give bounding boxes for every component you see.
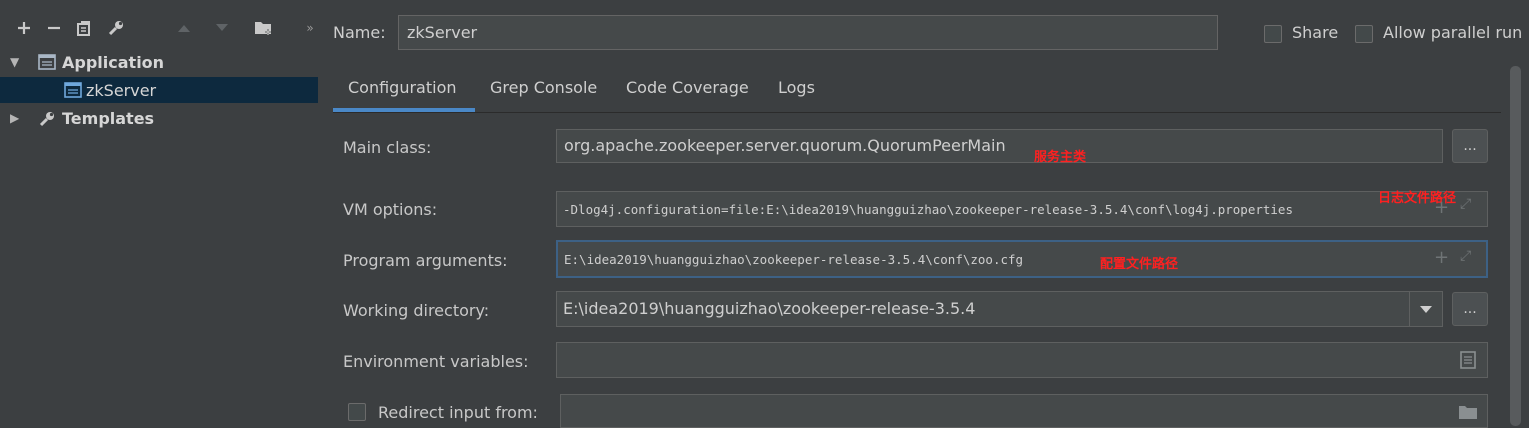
chevron-down-icon[interactable] <box>1416 300 1436 320</box>
share-label[interactable]: Share <box>1292 23 1338 42</box>
tree-item-application[interactable]: ▼ Application <box>0 49 318 75</box>
redirect-input-checkbox[interactable] <box>348 403 366 421</box>
name-label: Name: <box>333 23 386 42</box>
folder-add-icon[interactable] <box>252 16 276 40</box>
name-input[interactable] <box>398 15 1218 50</box>
working-directory-field[interactable]: E:\idea2019\huangguizhao\zookeeper-relea… <box>556 291 1443 327</box>
redirect-input-field[interactable] <box>560 394 1488 428</box>
move-down-icon[interactable] <box>210 16 234 40</box>
tree-item-templates[interactable]: ▶ Templates <box>0 105 318 131</box>
tab-logs[interactable]: Logs <box>778 78 815 97</box>
folder-icon[interactable] <box>1458 404 1478 424</box>
working-directory-label: Working directory: <box>343 301 490 320</box>
expand-field-icon[interactable]: ⤢ <box>1460 248 1471 264</box>
copy-icon[interactable] <box>72 16 96 40</box>
tab-grep-console[interactable]: Grep Console <box>490 78 597 97</box>
wrench-icon <box>38 110 56 132</box>
vm-options-value: -Dlog4j.configuration=file:E:\idea2019\h… <box>563 202 1293 217</box>
program-arguments-value: E:\idea2019\huangguizhao\zookeeper-relea… <box>564 252 1024 267</box>
add-icon[interactable]: + <box>1434 197 1449 218</box>
working-directory-browse-button[interactable]: ... <box>1452 292 1488 326</box>
expand-more-icon[interactable]: » <box>298 16 322 40</box>
program-arguments-field[interactable]: E:\idea2019\huangguizhao\zookeeper-relea… <box>556 240 1488 278</box>
redirect-input-label[interactable]: Redirect input from: <box>378 403 538 422</box>
main-class-browse-button[interactable]: ... <box>1452 129 1488 163</box>
application-config-icon <box>64 82 82 102</box>
program-arguments-label: Program arguments: <box>343 251 508 270</box>
tree-label-application: Application <box>62 52 165 72</box>
working-directory-value: E:\idea2019\huangguizhao\zookeeper-relea… <box>563 299 976 318</box>
move-up-icon[interactable] <box>172 16 196 40</box>
add-icon[interactable]: + <box>1434 247 1449 268</box>
application-icon <box>38 54 56 74</box>
run-config-tree: ▼ Application zkServer ▶ Templates <box>0 48 318 426</box>
main-class-label: Main class: <box>343 138 432 157</box>
vm-options-label: VM options: <box>343 200 438 219</box>
program-arguments-annotation: 配置文件路径 <box>1100 257 1179 272</box>
allow-parallel-run-checkbox[interactable] <box>1355 25 1373 43</box>
tree-label-zkserver: zkServer <box>86 80 157 100</box>
tree-label-templates: Templates <box>62 108 155 128</box>
vm-options-field[interactable]: -Dlog4j.configuration=file:E:\idea2019\h… <box>556 191 1488 227</box>
document-icon[interactable] <box>1460 351 1476 373</box>
expand-field-icon[interactable]: ⤢ <box>1460 196 1471 212</box>
allow-parallel-run-label[interactable]: Allow parallel run <box>1383 23 1522 42</box>
expand-arrow-icon[interactable]: ▼ <box>10 55 19 69</box>
tab-code-coverage[interactable]: Code Coverage <box>626 78 749 97</box>
environment-variables-label: Environment variables: <box>343 352 529 371</box>
main-class-value: org.apache.zookeeper.server.quorum.Quoru… <box>564 136 1006 155</box>
remove-icon[interactable] <box>42 16 66 40</box>
wrench-icon[interactable] <box>104 16 128 40</box>
main-class-annotation: 服务主类 <box>1034 150 1087 165</box>
share-checkbox[interactable] <box>1264 25 1282 43</box>
main-class-field[interactable]: org.apache.zookeeper.server.quorum.Quoru… <box>556 129 1443 163</box>
tree-item-zkserver[interactable]: zkServer <box>0 77 318 103</box>
collapse-arrow-icon[interactable]: ▶ <box>10 111 19 125</box>
environment-variables-field[interactable] <box>556 342 1488 378</box>
vertical-scrollbar[interactable] <box>1510 66 1521 426</box>
add-icon[interactable] <box>12 16 36 40</box>
dropdown-divider <box>1409 292 1410 326</box>
tab-configuration[interactable]: Configuration <box>348 78 457 97</box>
